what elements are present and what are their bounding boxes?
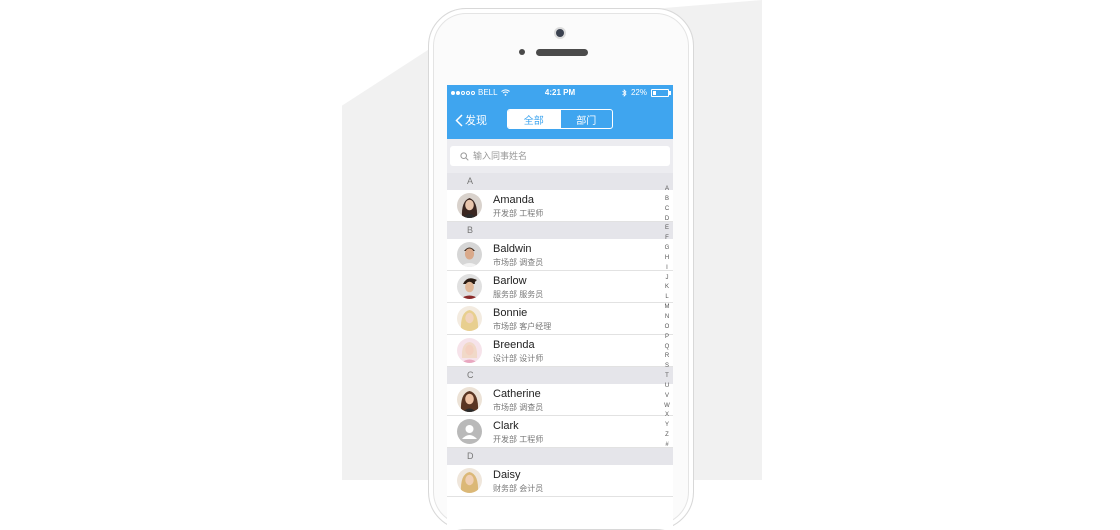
index-letter[interactable]: F	[665, 234, 669, 244]
avatar	[457, 387, 482, 412]
section-header-c: C	[447, 367, 673, 384]
index-letter[interactable]: U	[665, 382, 669, 392]
section-header-b: B	[447, 222, 673, 239]
contact-department: 财务部 会计员	[493, 484, 544, 493]
index-letter[interactable]: Z	[665, 431, 669, 441]
contact-department: 设计部 设计师	[493, 354, 544, 363]
proximity-sensor	[519, 49, 525, 55]
avatar	[457, 274, 482, 299]
contact-department: 市场部 客户经理	[493, 322, 552, 331]
index-letter[interactable]: B	[665, 195, 669, 205]
contact-department: 开发部 工程师	[493, 435, 544, 444]
index-letter[interactable]: G	[665, 244, 670, 254]
index-letter[interactable]: J	[666, 274, 669, 284]
phone-screen: BELL 4:21 PM 22% 发现 全部 部门 输入同事姓名 A Amand…	[447, 85, 673, 529]
search-bar	[447, 139, 673, 173]
index-letter[interactable]: T	[665, 372, 669, 382]
index-letter[interactable]: S	[665, 362, 669, 372]
back-label: 发现	[465, 115, 487, 127]
bluetooth-icon	[622, 88, 627, 97]
search-icon	[460, 151, 469, 161]
section-header-a: A	[447, 173, 673, 190]
avatar	[457, 306, 482, 331]
contact-name: Barlow	[493, 275, 527, 287]
avatar	[457, 338, 482, 363]
index-letter[interactable]: N	[665, 313, 669, 323]
contact-name: Amanda	[493, 194, 534, 206]
status-bar: BELL 4:21 PM 22%	[447, 85, 673, 101]
front-camera	[556, 29, 564, 37]
index-letter[interactable]: X	[665, 411, 669, 421]
index-letter[interactable]: M	[665, 303, 670, 313]
chevron-left-icon	[455, 113, 463, 127]
alphabet-index[interactable]: A B C D E F G H I J K L M N O P Q R S T U V W X Y Z #	[661, 185, 673, 451]
avatar	[457, 193, 482, 218]
index-letter[interactable]: V	[665, 392, 669, 402]
index-letter[interactable]: W	[664, 402, 670, 412]
contact-row[interactable]: Amanda 开发部 工程师	[447, 190, 673, 222]
contact-department: 市场部 调查员	[493, 403, 544, 412]
contact-row[interactable]: Breenda 设计部 设计师	[447, 335, 673, 367]
index-letter[interactable]: D	[665, 215, 669, 225]
index-letter[interactable]: Y	[665, 421, 669, 431]
search-input[interactable]	[473, 151, 653, 161]
contact-row[interactable]: Clark 开发部 工程师	[447, 416, 673, 448]
index-letter[interactable]: O	[665, 323, 670, 333]
contact-department: 服务部 服务员	[493, 290, 544, 299]
index-letter[interactable]: L	[665, 293, 668, 303]
avatar	[457, 242, 482, 267]
contact-row[interactable]: Bonnie 市场部 客户经理	[447, 303, 673, 335]
avatar	[457, 468, 482, 493]
index-letter[interactable]: E	[665, 224, 669, 234]
contact-list: A Amanda 开发部 工程师 B Baldwin 市场部 调查员 Barlo…	[447, 173, 673, 497]
index-letter[interactable]: H	[665, 254, 669, 264]
contact-name: Bonnie	[493, 307, 528, 319]
phone-frame: BELL 4:21 PM 22% 发现 全部 部门 输入同事姓名 A Amand…	[428, 8, 694, 530]
contact-department: 市场部 调查员	[493, 258, 544, 267]
index-letter[interactable]: Q	[665, 343, 670, 353]
index-letter[interactable]: K	[665, 283, 669, 293]
search-box[interactable]	[450, 146, 670, 166]
section-header-d: D	[447, 448, 673, 465]
index-letter[interactable]: A	[665, 185, 669, 195]
back-button[interactable]: 发现	[455, 112, 487, 128]
segmented-control: 全部 部门	[507, 109, 613, 129]
index-letter[interactable]: R	[665, 352, 669, 362]
avatar	[457, 419, 482, 444]
contact-name: Breenda	[493, 339, 535, 351]
index-letter[interactable]: #	[665, 441, 668, 451]
contact-name: Daisy	[493, 469, 521, 481]
contact-name: Clark	[493, 420, 519, 432]
person-placeholder-icon	[457, 419, 482, 444]
tab-all[interactable]: 全部	[508, 110, 560, 128]
status-right: 22%	[622, 88, 671, 97]
contact-row[interactable]: Barlow 服务部 服务员	[447, 271, 673, 303]
battery-icon	[651, 88, 671, 97]
tab-department[interactable]: 部门	[559, 110, 613, 128]
earpiece-speaker	[536, 49, 588, 56]
navigation-bar: 发现 全部 部门	[447, 101, 673, 139]
contact-name: Baldwin	[493, 243, 532, 255]
contact-name: Catherine	[493, 388, 541, 400]
index-letter[interactable]: C	[665, 205, 669, 215]
contact-row[interactable]: Baldwin 市场部 调查员	[447, 239, 673, 271]
contact-row[interactable]: Daisy 财务部 会计员	[447, 465, 673, 497]
index-letter[interactable]: I	[666, 264, 668, 274]
contact-row[interactable]: Catherine 市场部 调查员	[447, 384, 673, 416]
battery-percent: 22%	[630, 88, 647, 97]
contact-department: 开发部 工程师	[493, 209, 544, 218]
index-letter[interactable]: P	[665, 333, 669, 343]
